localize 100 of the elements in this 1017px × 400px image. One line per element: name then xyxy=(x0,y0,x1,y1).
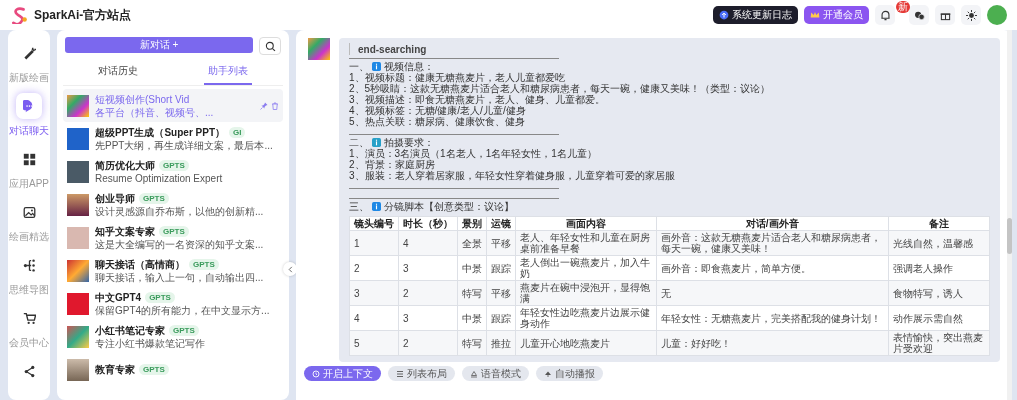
chat-bubble-icon xyxy=(22,99,36,113)
gpts-tag: GI xyxy=(229,126,246,138)
changelog-button[interactable]: 系统更新日志 xyxy=(713,6,798,24)
info-square-icon xyxy=(372,202,381,211)
avatar-placeholder xyxy=(67,226,89,249)
table-cell: 5 xyxy=(349,330,399,356)
assistant-item[interactable]: 知乎文案专家 GPTS 这是大全编写的一名资深的知乎文案... xyxy=(63,221,283,254)
assistant-item[interactable]: 聊天接话（高情商） GPTS 聊天接话，输入上一句，自动输出四... xyxy=(63,254,283,287)
table-cell: 强调老人操作 xyxy=(888,255,990,281)
search-button[interactable] xyxy=(259,37,281,55)
section-number: 二、 xyxy=(349,137,369,148)
gpts-tag: GPTS xyxy=(159,225,189,237)
column-header: 对话/画外音 xyxy=(656,216,889,231)
sidebar-tab[interactable]: 对话历史 xyxy=(94,61,142,85)
assistant-title: 知乎文案专家 xyxy=(95,224,155,238)
table-cell: 跟踪 xyxy=(486,305,516,331)
table-cell: 中景 xyxy=(457,305,487,331)
assistant-description: 设计灵感源自乔布斯，以他的创新精... xyxy=(95,204,265,218)
new-chat-button[interactable]: 新对话 + xyxy=(65,37,253,53)
nav-item[interactable]: 对话聊天 xyxy=(8,93,50,138)
avatar-placeholder xyxy=(308,38,330,60)
assistant-item[interactable]: 短视频创作(Short Vid 各平台（抖音、视频号、... xyxy=(63,89,283,122)
toolbar-toggle[interactable]: 自动播报 xyxy=(536,366,603,381)
wechat-button[interactable] xyxy=(909,5,929,25)
table-cell: 画外音：这款无糖燕麦片适合老人和糖尿病患者，每天一碗，健康又美味！ xyxy=(656,230,889,256)
trash-icon xyxy=(271,101,279,110)
sun-icon xyxy=(965,9,977,21)
assistant-item[interactable]: 创业导师 GPTS 设计灵感源自乔布斯，以他的创新精... xyxy=(63,188,283,221)
content-line: 3、服装：老人穿着居家服，年轻女性穿着健身服，儿童穿着可爱的家居服 xyxy=(349,170,676,181)
table-cell: 3 xyxy=(398,255,458,281)
table-cell: 画外音：即食燕麦片，简单方便。 xyxy=(656,255,889,281)
gpts-tag: GPTS xyxy=(169,324,199,336)
table-cell: 1 xyxy=(349,230,399,256)
theme-button[interactable] xyxy=(961,5,981,25)
status-tag: end-searching xyxy=(358,43,427,55)
toolbar-toggle[interactable]: 语音模式 xyxy=(462,366,529,381)
wechat-icon xyxy=(913,9,925,21)
toolbar-toggle[interactable]: 开启上下文 xyxy=(304,366,381,381)
cart-icon xyxy=(22,311,36,325)
table-cell: 食物特写，诱人 xyxy=(888,280,990,306)
content-line: 5、热点关联：糖尿病、健康饮食、健身 xyxy=(349,116,526,127)
assistant-description: Resume Optimization Expert xyxy=(95,171,224,185)
list-icon xyxy=(396,369,404,378)
table-cell: 跟踪 xyxy=(486,255,516,281)
avatar-placeholder xyxy=(67,259,89,282)
content-line: 2、5秒吸睛：这款无糖燕麦片适合老人和糖尿病患者，每天一碗，健康又美味！（类型：议论） xyxy=(349,83,772,94)
pin-icon xyxy=(260,101,268,110)
gpts-tag: GPTS xyxy=(139,364,169,375)
assistant-title: 短视频创作(Short Vid xyxy=(95,92,190,106)
section-heading: 拍摄要求： xyxy=(384,137,434,148)
assistant-description: 聊天接话，输入上一句，自动输出四... xyxy=(95,270,265,284)
assistant-item[interactable]: 简历优化大师 GPTS Resume Optimization Expert xyxy=(63,155,283,188)
assistant-item[interactable]: 中文GPT4 GPTS 保留GPT4的所有能力，在中文显示方... xyxy=(63,287,283,320)
assistant-title: 小红书笔记专家 xyxy=(95,323,165,337)
triangle-icon xyxy=(470,369,478,378)
avatar-placeholder xyxy=(67,292,89,315)
table-cell: 表情愉快，突出燕麦片受欢迎 xyxy=(888,330,990,356)
assistant-item[interactable]: 教育专家 GPTS xyxy=(63,353,283,386)
assistant-item[interactable]: 超级PPT生成（Super PPT） GI 先PPT大纲，再生成详细文案，最后本... xyxy=(63,122,283,155)
sidebar-tab[interactable]: 助手列表 xyxy=(204,61,252,85)
column-header: 备注 xyxy=(888,216,990,231)
bell-icon xyxy=(879,9,891,21)
avatar-placeholder xyxy=(67,127,89,150)
chevron-left-icon xyxy=(286,265,294,273)
table-cell: 儿童开心地吃燕麦片 xyxy=(515,330,656,356)
section-number: 一、 xyxy=(349,61,369,72)
membership-button[interactable]: 开通会员 xyxy=(804,6,869,24)
assistant-item[interactable]: 小红书笔记专家 GPTS 专注小红书爆款笔记写作 xyxy=(63,320,283,353)
mind-map-icon xyxy=(22,258,36,272)
assistant-description: 这是大全编写的一名资深的知乎文案... xyxy=(95,237,265,251)
table-cell: 中景 xyxy=(457,255,487,281)
section-heading: 视频信息： xyxy=(384,61,434,72)
gpts-tag: GPTS xyxy=(139,192,169,204)
grid-icon xyxy=(22,152,36,166)
assistant-description: 保留GPT4的所有能力，在中文显示方... xyxy=(95,303,271,317)
table-cell: 老人倒出一碗燕麦片，加入牛奶 xyxy=(515,255,656,281)
info-square-icon xyxy=(372,62,381,71)
column-header: 时长（秒） xyxy=(398,216,458,231)
arrow-circle-icon xyxy=(719,10,729,20)
content-line: 1、视频标题：健康无糖燕麦片，老人儿童都爱吃 xyxy=(349,72,566,83)
table-cell: 无 xyxy=(656,280,889,306)
assistant-title: 中文GPT4 xyxy=(95,290,142,304)
column-header: 运镜 xyxy=(486,216,516,231)
assistant-description: 专注小红书爆款笔记写作 xyxy=(95,336,206,350)
column-header: 镜头编号 xyxy=(349,216,399,231)
table-cell: 老人、年轻女性和儿童在厨房桌前准备早餐 xyxy=(515,230,656,256)
gift-button[interactable] xyxy=(935,5,955,25)
notification-button[interactable] xyxy=(875,5,895,25)
table-cell: 儿童：好好吃！ xyxy=(656,330,889,356)
assistant-title: 聊天接话（高情商） xyxy=(95,257,185,271)
avatar-placeholder xyxy=(67,358,89,381)
avatar-placeholder xyxy=(67,325,89,348)
logo-icon xyxy=(10,6,28,24)
section-number: 三、 xyxy=(349,201,369,212)
column-header: 画面内容 xyxy=(515,216,656,231)
gpts-tag: GPTS xyxy=(145,291,175,303)
gpts-tag: GPTS xyxy=(159,159,189,171)
toolbar-toggle[interactable]: 列表布局 xyxy=(388,366,455,381)
user-avatar[interactable] xyxy=(987,5,1007,25)
crown-icon xyxy=(810,10,820,20)
